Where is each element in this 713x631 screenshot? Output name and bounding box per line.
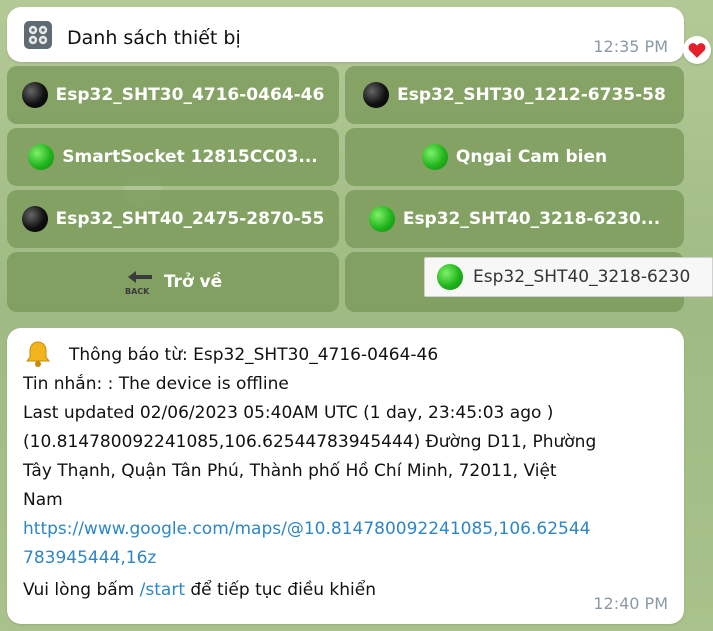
footer-suffix: để tiếp tục điều khiển [184, 580, 377, 600]
online-status-icon [368, 206, 395, 232]
heart-icon [688, 43, 706, 58]
back-button-label: Trở về [163, 272, 223, 292]
offline-status-icon [363, 82, 390, 108]
device-button-smartsocket[interactable]: SmartSocket 12815CC03... [7, 128, 339, 186]
back-button[interactable]: BACK Trở về [7, 252, 339, 312]
device-button-label: Esp32_SHT30_1212-6735-58 [397, 85, 666, 105]
message-time: 12:35 PM [593, 37, 668, 56]
device-button-esp32-sht40-2475[interactable]: Esp32_SHT40_2475-2870-55 [7, 190, 339, 248]
message-title: Danh sách thiết bị [67, 27, 241, 49]
start-command-link[interactable]: /start [140, 580, 185, 600]
device-button-label: Esp32_SHT40_2475-2870-55 [55, 209, 325, 229]
back-icon: BACK [125, 271, 152, 296]
device-button-esp32-sht30-4716[interactable]: Esp32_SHT30_4716-0464-46 [7, 66, 339, 124]
online-status-icon [437, 264, 463, 290]
device-list-message: Danh sách thiết bị 12:35 PM [7, 7, 684, 62]
device-button-esp32-sht30-1212[interactable]: Esp32_SHT30_1212-6735-58 [345, 66, 684, 124]
notification-header: Thông báo từ: Esp32_SHT30_4716-0464-46 [69, 345, 439, 365]
last-updated-text: Last updated 02/06/2023 05:40AM UTC (1 d… [23, 403, 554, 423]
notification-message: Thông báo từ: Esp32_SHT30_4716-0464-46 T… [7, 328, 684, 624]
footer-prefix: Vui lòng bấm [23, 580, 140, 600]
maps-link-continued[interactable]: 783945444,16z [23, 548, 156, 568]
device-button-label: Esp32_SHT40_3218-6230... [402, 209, 661, 229]
online-status-icon [421, 144, 448, 170]
heart-reaction[interactable] [683, 36, 711, 64]
device-button-esp32-sht40-3218[interactable]: Esp32_SHT40_3218-6230... [345, 190, 684, 248]
svg-text:BACK: BACK [125, 287, 150, 296]
device-button-qngai-cam-bien[interactable]: Qngai Cam bien [345, 128, 684, 186]
offline-status-icon [21, 206, 48, 232]
tooltip-text: Esp32_SHT40_3218-6230 [473, 267, 691, 287]
message-time: 12:40 PM [593, 594, 668, 613]
address-line: Nam [23, 490, 63, 510]
bell-icon [26, 341, 50, 367]
device-button-label: Qngai Cam bien [455, 147, 608, 167]
device-button-label: SmartSocket 12815CC03... [62, 147, 318, 167]
device-button-label: Esp32_SHT30_4716-0464-46 [55, 85, 325, 105]
device-grid-icon [24, 21, 52, 49]
button-tooltip: Esp32_SHT40_3218-6230 [424, 257, 713, 297]
offline-status-icon [21, 82, 48, 108]
maps-link[interactable]: https://www.google.com/maps/@10.81478009… [23, 519, 590, 539]
notification-text: Tin nhắn: : The device is offline [23, 374, 289, 394]
address-line: Tây Thạnh, Quận Tân Phú, Thành phố Hồ Ch… [23, 461, 557, 481]
address-line: (10.814780092241085,106.62544783945444) … [23, 432, 597, 452]
footer-text: Vui lòng bấm /start để tiếp tục điều khi… [23, 580, 376, 600]
online-status-icon [28, 144, 55, 170]
